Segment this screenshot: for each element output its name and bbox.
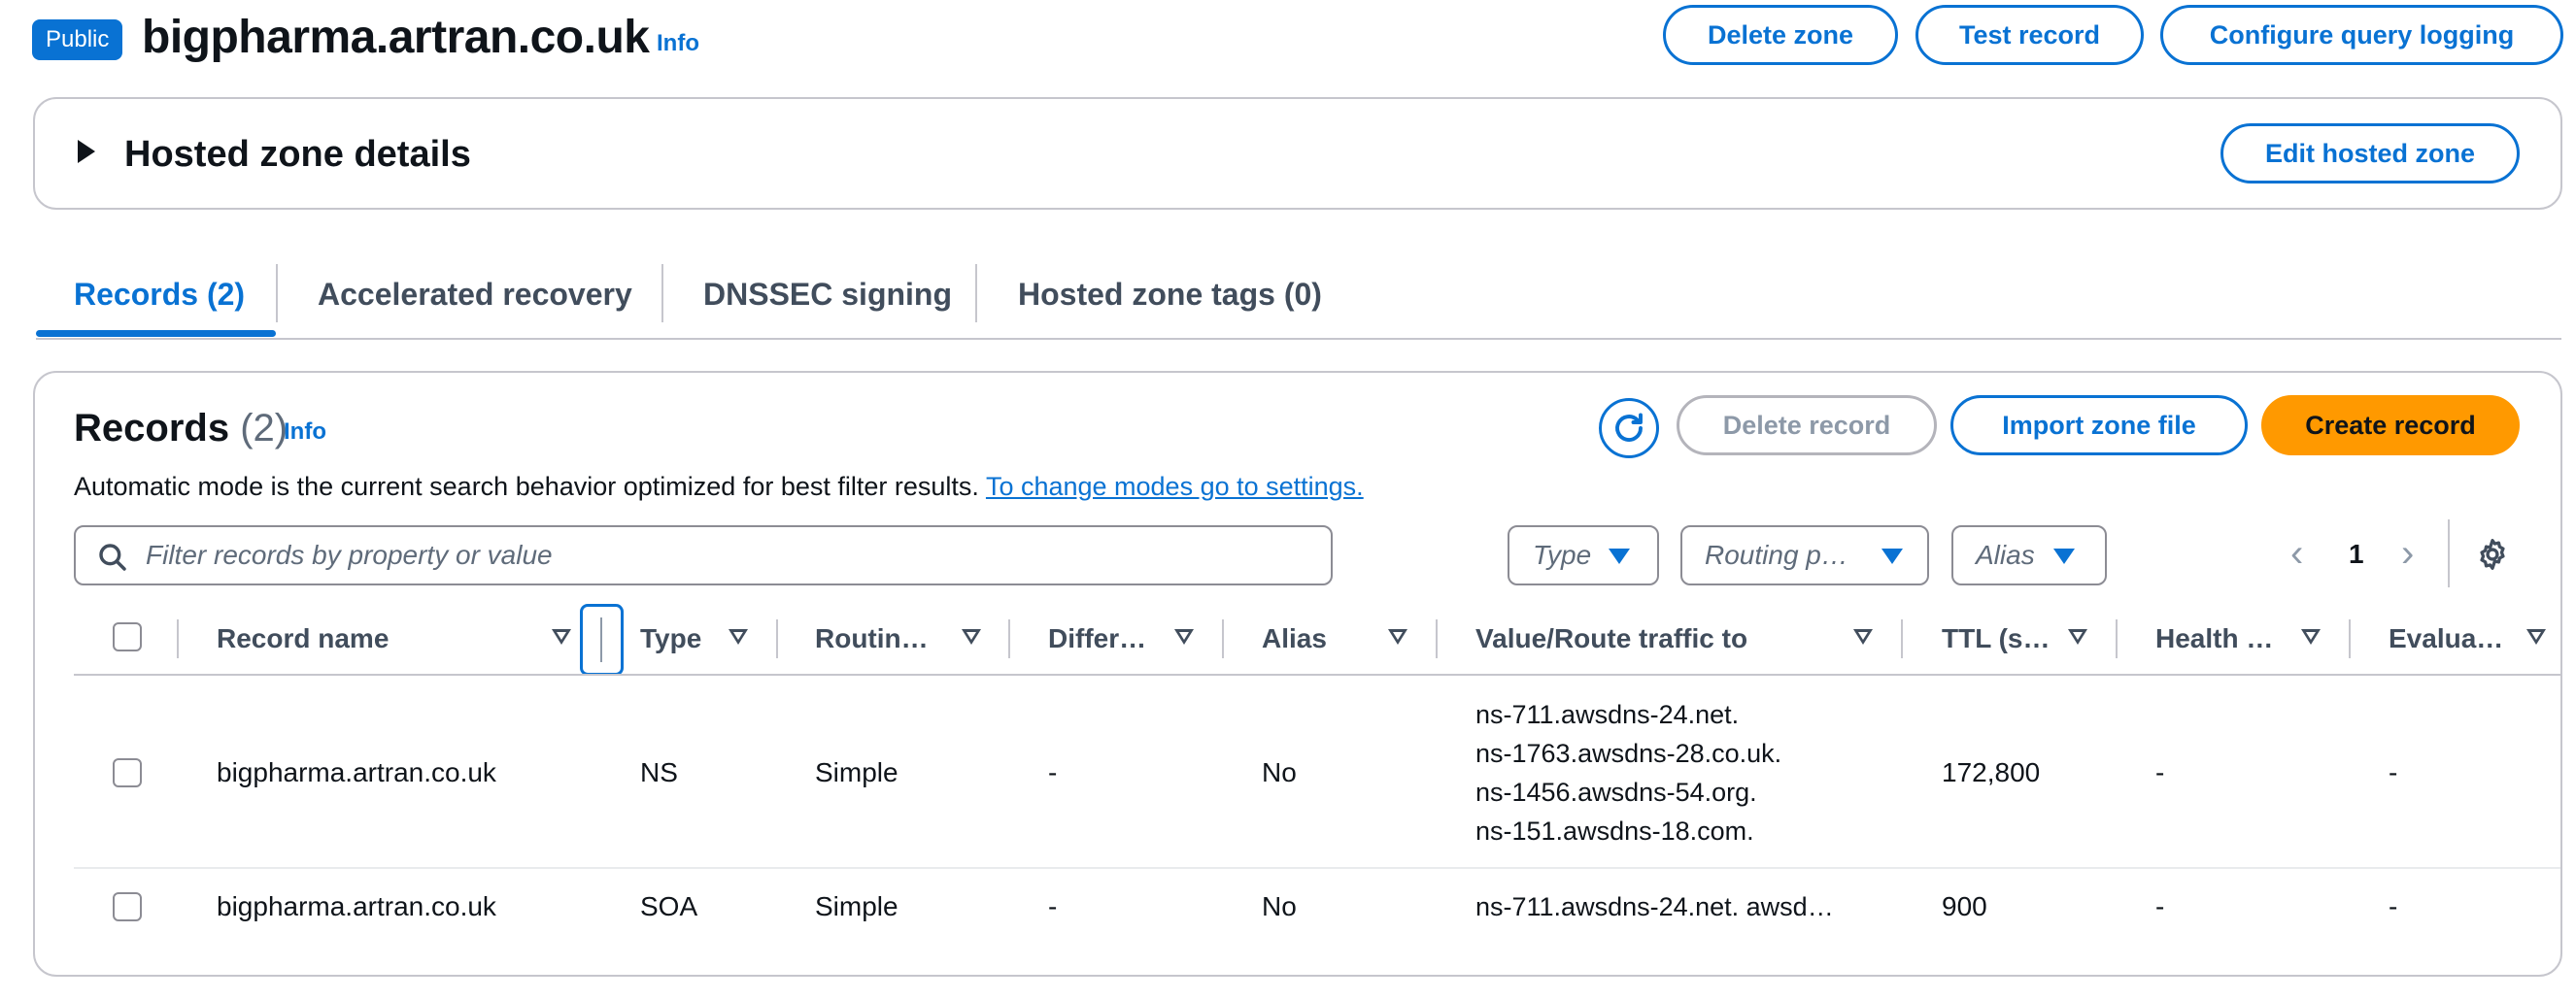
sort-icon[interactable] — [962, 629, 981, 645]
create-record-button[interactable]: Create record — [2261, 395, 2520, 455]
tab-accelerated-recovery[interactable]: Accelerated recovery — [318, 274, 632, 315]
next-page-icon[interactable]: › — [2401, 534, 2414, 573]
records-heading: Records (2) — [74, 404, 288, 452]
differentiator-cell: - — [1048, 891, 1058, 921]
value-line: ns-1456.awsdns-54.org. — [1475, 778, 1757, 807]
column-resizer-handle — [600, 617, 602, 662]
search-icon — [99, 544, 126, 571]
health-check-cell: - — [2155, 891, 2165, 921]
alias-cell: No — [1262, 757, 1297, 787]
column-header-record-name[interactable]: Record name — [217, 621, 389, 656]
column-divider — [1901, 619, 1903, 658]
tabs-baseline — [36, 338, 2561, 340]
column-divider — [1222, 619, 1224, 658]
refresh-button[interactable] — [1599, 398, 1659, 458]
tab-dnssec-signing[interactable]: DNSSEC signing — [703, 274, 952, 315]
public-badge: Public — [32, 19, 123, 60]
type-cell: NS — [640, 757, 678, 787]
import-zone-file-button[interactable]: Import zone file — [1950, 395, 2248, 455]
change-modes-link[interactable]: To change modes go to settings. — [986, 472, 1364, 501]
value-line: ns-711.awsdns-24.net. awsd… — [1475, 892, 1834, 921]
previous-page-icon[interactable]: ‹ — [2290, 534, 2303, 573]
routing-cell: Simple — [815, 891, 898, 921]
settings-gear-icon[interactable] — [2475, 537, 2510, 572]
chevron-down-icon — [2053, 549, 2075, 564]
delete-zone-button[interactable]: Delete zone — [1663, 5, 1898, 65]
title-info-link[interactable]: Info — [657, 27, 699, 60]
value-line: ns-1763.awsdns-28.co.uk. — [1475, 739, 1782, 768]
sort-icon[interactable] — [1853, 629, 1873, 645]
records-info-link[interactable]: Info — [284, 417, 326, 447]
row-divider — [74, 867, 2560, 869]
records-title: Records — [74, 407, 230, 450]
pager-divider — [2448, 519, 2450, 587]
description-text: Automatic mode is the current search beh… — [74, 472, 979, 501]
alias-filter-label: Alias — [1976, 540, 2035, 570]
type-cell: SOA — [640, 891, 698, 921]
test-record-button[interactable]: Test record — [1915, 5, 2144, 65]
column-header-ttl[interactable]: TTL (s… — [1942, 621, 2050, 656]
column-divider — [177, 619, 179, 658]
sort-icon[interactable] — [1174, 629, 1194, 645]
column-header-type[interactable]: Type — [640, 621, 701, 656]
search-placeholder: Filter records by property or value — [146, 540, 553, 570]
column-header-alias[interactable]: Alias — [1262, 621, 1327, 656]
column-header-value[interactable]: Value/Route traffic to — [1475, 621, 1747, 656]
record-name-cell: bigpharma.artran.co.uk — [217, 891, 496, 921]
page-title: bigpharma.artran.co.uk — [142, 12, 650, 63]
record-name-cell: bigpharma.artran.co.uk — [217, 757, 496, 787]
tab-hosted-zone-tags[interactable]: Hosted zone tags (0) — [1018, 274, 1322, 315]
records-count: (2) — [240, 407, 288, 450]
chevron-down-icon — [1881, 549, 1903, 564]
row-checkbox[interactable] — [113, 758, 142, 787]
sort-icon[interactable] — [2068, 629, 2087, 645]
delete-record-button[interactable]: Delete record — [1677, 395, 1937, 455]
current-page-number[interactable]: 1 — [2349, 538, 2364, 571]
routing-cell: Simple — [815, 757, 898, 787]
column-header-evaluate-health[interactable]: Evalua… — [2389, 621, 2503, 656]
value-line: ns-711.awsdns-24.net. — [1475, 700, 1740, 729]
ttl-cell: 172,800 — [1942, 757, 2041, 787]
configure-query-logging-button[interactable]: Configure query logging — [2160, 5, 2563, 65]
sort-icon[interactable] — [552, 629, 571, 645]
column-header-routing[interactable]: Routin… — [815, 621, 929, 656]
select-all-checkbox[interactable] — [113, 622, 142, 651]
row-checkbox[interactable] — [113, 892, 142, 921]
routing-filter-label: Routing p… — [1705, 540, 1848, 570]
edit-hosted-zone-button[interactable]: Edit hosted zone — [2220, 123, 2520, 183]
hosted-zone-details-title[interactable]: Hosted zone details — [124, 132, 471, 177]
sort-icon[interactable] — [729, 629, 748, 645]
chevron-down-icon — [1609, 549, 1630, 564]
health-check-cell: - — [2155, 757, 2165, 787]
tab-divider — [975, 264, 977, 322]
evaluate-health-cell: - — [2389, 757, 2398, 787]
value-line: ns-151.awsdns-18.com. — [1475, 817, 1754, 846]
refresh-icon — [1615, 413, 1643, 442]
column-divider — [776, 619, 778, 658]
expand-caret-icon[interactable] — [78, 140, 95, 163]
column-divider — [2116, 619, 2118, 658]
alias-cell: No — [1262, 891, 1297, 921]
column-divider — [1008, 619, 1010, 658]
tab-divider — [276, 264, 278, 322]
sort-icon[interactable] — [2301, 629, 2321, 645]
sort-icon[interactable] — [2526, 629, 2546, 645]
sort-icon[interactable] — [1388, 629, 1407, 645]
ttl-cell: 900 — [1942, 891, 1987, 921]
column-divider — [1436, 619, 1438, 658]
tab-divider — [661, 264, 663, 322]
column-divider — [2349, 619, 2351, 658]
table-header-divider — [74, 674, 2560, 676]
evaluate-health-cell: - — [2389, 891, 2398, 921]
differentiator-cell: - — [1048, 757, 1058, 787]
type-filter-label: Type — [1533, 540, 1592, 570]
tab-records[interactable]: Records (2) — [74, 274, 245, 315]
column-header-health-check[interactable]: Health … — [2155, 621, 2273, 656]
active-tab-indicator — [36, 330, 276, 337]
column-header-differentiator[interactable]: Differ… — [1048, 621, 1146, 656]
search-mode-description: Automatic mode is the current search beh… — [74, 470, 1364, 503]
